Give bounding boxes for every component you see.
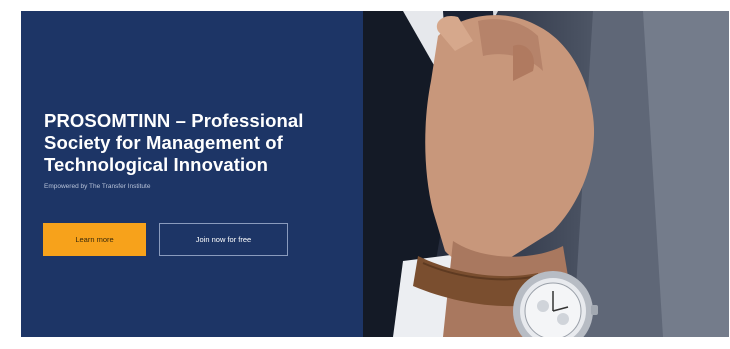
hero-subtitle: Empowered by The Transfer Institute xyxy=(44,183,151,190)
hero-photo xyxy=(363,11,729,337)
hero-banner: PROSOMTINN – Professional Society for Ma… xyxy=(21,11,729,337)
join-now-button[interactable]: Join now for free xyxy=(159,223,288,256)
hero-text-panel: PROSOMTINN – Professional Society for Ma… xyxy=(21,11,363,337)
hero-title: PROSOMTINN – Professional Society for Ma… xyxy=(44,110,304,175)
learn-more-button[interactable]: Learn more xyxy=(43,223,146,256)
suit-hand-watch-illustration xyxy=(363,11,729,337)
